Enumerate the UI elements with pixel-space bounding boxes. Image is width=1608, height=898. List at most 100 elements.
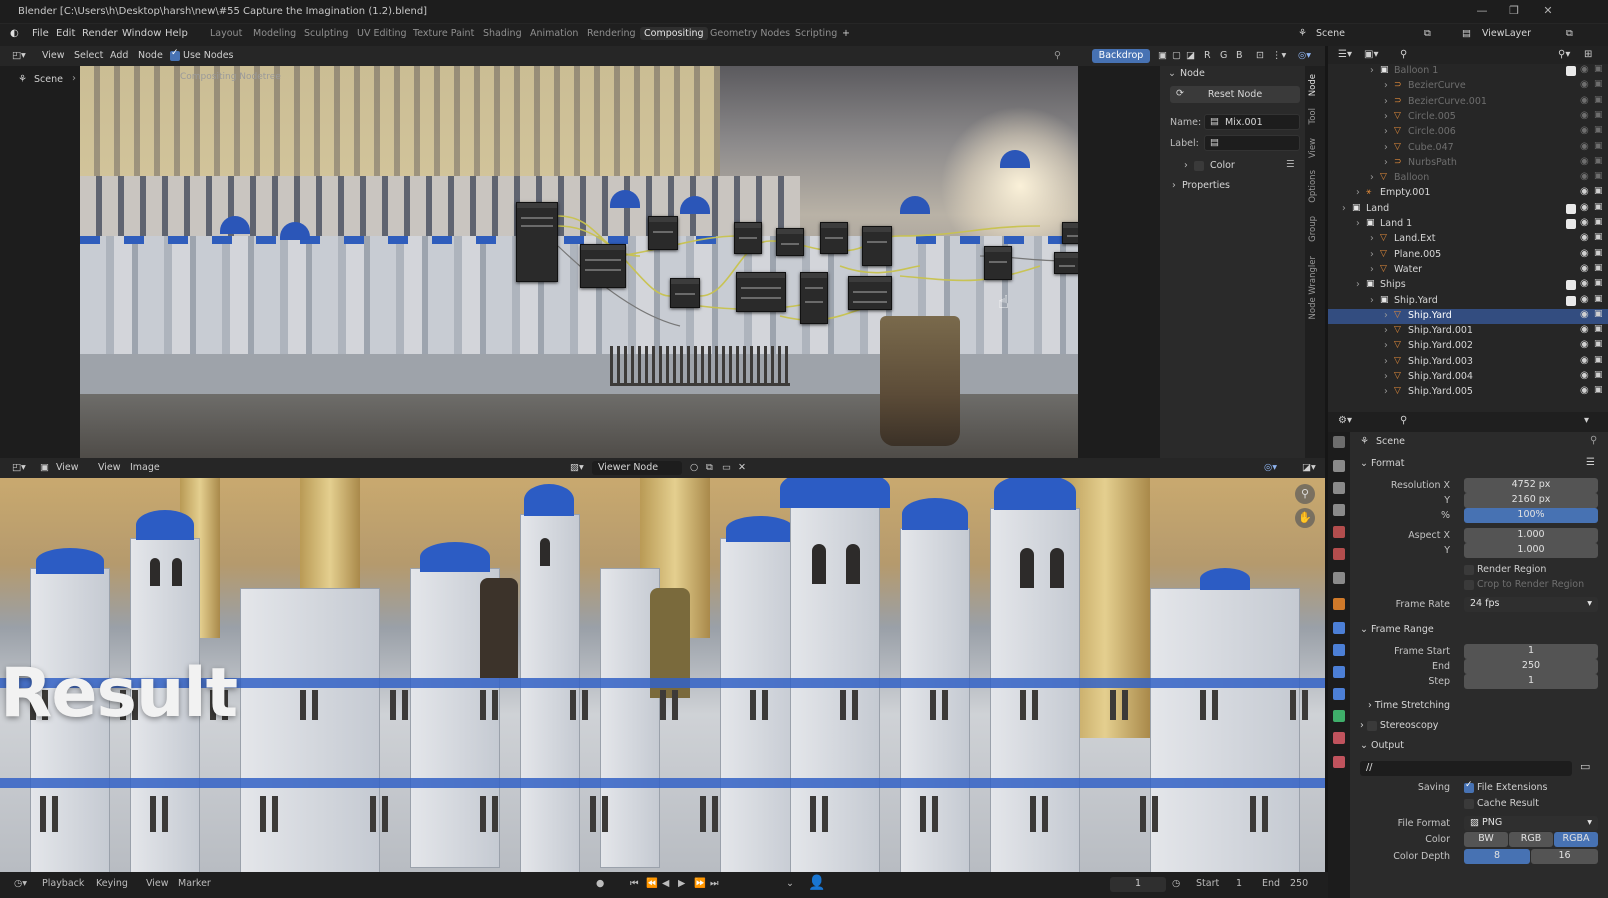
outliner-editor-type-icon[interactable]: ☰▾ — [1338, 49, 1352, 60]
exclude-checkbox[interactable] — [1566, 219, 1576, 229]
properties-search-icon[interactable]: ⚲ — [1400, 415, 1407, 426]
scene-tab-icon[interactable] — [1333, 526, 1345, 538]
outliner-row[interactable]: › ⊃ BezierCurve ◉ ▣ — [1328, 79, 1608, 94]
image-view-mode-icon[interactable]: ▣ — [40, 462, 49, 473]
tab-geometry-nodes[interactable]: Geometry Nodes — [710, 28, 790, 39]
menu-node[interactable]: Node — [138, 50, 163, 61]
display-mode-icon[interactable]: ▣▾ — [1364, 49, 1378, 60]
file-extensions-checkbox[interactable] — [1464, 780, 1474, 793]
visibility-eye-icon[interactable]: ◉ — [1580, 95, 1589, 106]
play-reverse-icon[interactable]: ◀ — [662, 878, 669, 889]
render-camera-icon[interactable]: ▣ — [1594, 64, 1603, 74]
render-camera-icon[interactable]: ▣ — [1594, 95, 1603, 105]
menu-add[interactable]: Add — [110, 50, 128, 61]
format-section-header[interactable]: ⌄ Format — [1360, 458, 1404, 469]
render-region-toggle[interactable]: Render Region — [1464, 564, 1546, 575]
expand-icon[interactable]: › — [1384, 142, 1388, 153]
outliner-row[interactable]: › ▽ Plane.005 ◉ ▣ — [1328, 248, 1608, 263]
pin-icon[interactable]: ⚲ — [1054, 50, 1061, 61]
outliner-row[interactable]: › ▽ Balloon ◉ ▣ — [1328, 171, 1608, 186]
outliner-row[interactable]: › ⚹ Empty.001 ◉ ▣ — [1328, 186, 1608, 201]
menu-select[interactable]: Select — [74, 50, 103, 61]
fake-user-icon[interactable]: ○ — [690, 462, 698, 473]
color-list-icon[interactable]: ☰ — [1286, 159, 1295, 170]
channel-r-button[interactable]: R — [1204, 50, 1211, 61]
grid-icon[interactable]: ⋮▾ — [1272, 50, 1286, 61]
visibility-eye-icon[interactable]: ◉ — [1580, 355, 1589, 366]
constraints-tab-icon[interactable] — [1333, 688, 1345, 700]
node-label-field[interactable]: ▤ — [1204, 135, 1300, 151]
node-box[interactable] — [800, 272, 828, 324]
frame-start-field[interactable]: 1 — [1464, 644, 1598, 659]
crop-region-toggle[interactable]: Crop to Render Region — [1464, 579, 1584, 590]
play-icon[interactable]: ▶ — [678, 878, 685, 889]
color-mode-rgb[interactable]: RGB — [1509, 832, 1553, 847]
channel-b-button[interactable]: B — [1236, 50, 1243, 61]
color-expand-icon[interactable]: › — [1184, 160, 1188, 171]
new-viewlayer-icon[interactable]: ⧉ — [1566, 28, 1573, 39]
render-camera-icon[interactable]: ▣ — [1594, 125, 1603, 135]
properties-subpanel-label[interactable]: Properties — [1182, 180, 1230, 191]
render-camera-icon[interactable]: ▣ — [1594, 355, 1603, 365]
visibility-eye-icon[interactable]: ◉ — [1580, 79, 1589, 90]
maximize-icon[interactable]: ❐ — [1506, 4, 1522, 18]
visibility-eye-icon[interactable]: ◉ — [1580, 141, 1589, 152]
outliner-row[interactable]: › ▣ Ships ◉ ▣ — [1328, 278, 1608, 293]
new-scene-icon[interactable]: ⧉ — [1424, 28, 1431, 39]
color-depth-8[interactable]: 8 — [1464, 849, 1530, 864]
sidebar-tab-tool[interactable]: Tool — [1308, 108, 1318, 125]
editor-type-icon[interactable]: ◰▾ — [12, 50, 26, 61]
render-camera-icon[interactable]: ▣ — [1594, 278, 1603, 288]
color-mode-bw[interactable]: BW — [1464, 832, 1508, 847]
render-camera-icon[interactable]: ▣ — [1594, 156, 1603, 166]
output-section-header[interactable]: ⌄ Output — [1360, 740, 1404, 751]
collapse-icon[interactable]: ⌄ — [1168, 68, 1176, 79]
outliner-row[interactable]: › ▽ Circle.005 ◉ ▣ — [1328, 110, 1608, 125]
render-camera-icon[interactable]: ▣ — [1594, 385, 1603, 395]
outliner-row[interactable]: › ▣ Land ◉ ▣ — [1328, 202, 1608, 217]
node-render-layers[interactable] — [516, 202, 558, 282]
data-tab-icon[interactable] — [1333, 710, 1345, 722]
visibility-eye-icon[interactable]: ◉ — [1580, 278, 1589, 289]
expand-icon[interactable]: › — [1370, 233, 1374, 244]
visibility-eye-icon[interactable]: ◉ — [1580, 171, 1589, 182]
unlink-image-icon[interactable]: ✕ — [738, 462, 746, 473]
menu-keying[interactable]: Keying — [96, 878, 128, 889]
exclude-checkbox[interactable] — [1566, 295, 1576, 306]
node-box[interactable] — [734, 222, 762, 254]
outliner-row[interactable]: › ⊃ BezierCurve.001 ◉ ▣ — [1328, 95, 1608, 110]
expand-icon[interactable]: › — [1384, 96, 1388, 107]
color-depth-16[interactable]: 16 — [1531, 849, 1598, 864]
tab-uv-editing[interactable]: UV Editing — [357, 28, 407, 39]
frame-range-section-header[interactable]: ⌄ Frame Range — [1360, 624, 1434, 635]
expand-icon[interactable]: › — [1384, 310, 1388, 321]
node-box[interactable] — [776, 228, 804, 256]
menu-window[interactable]: Window — [122, 28, 161, 39]
expand-icon[interactable]: › — [1370, 249, 1374, 260]
expand-icon[interactable]: › — [1370, 65, 1374, 76]
pan-hand-icon[interactable]: ✋ — [1295, 508, 1315, 528]
jump-end-icon[interactable]: ⏭ — [710, 878, 719, 889]
current-frame-field[interactable]: 1 — [1110, 877, 1166, 892]
jump-start-icon[interactable]: ⏮ — [630, 878, 639, 889]
visibility-eye-icon[interactable]: ◉ — [1580, 125, 1589, 136]
texture-tab-icon[interactable] — [1333, 756, 1345, 768]
modifier-tab-icon[interactable] — [1333, 622, 1345, 634]
exclude-checkbox[interactable] — [1566, 66, 1576, 76]
visibility-eye-icon[interactable]: ◉ — [1580, 263, 1589, 274]
render-camera-icon[interactable]: ▣ — [1594, 294, 1603, 304]
gizmo-icon[interactable]: ◎▾ — [1264, 462, 1277, 473]
sidebar-tab-view[interactable]: View — [1308, 138, 1318, 158]
outliner-row[interactable]: › ▽ Ship.Yard ◉ ▣ — [1328, 308, 1608, 324]
file-format-dropdown[interactable]: ▨ PNG ▾ — [1464, 816, 1598, 831]
tab-layout[interactable]: Layout — [210, 28, 242, 39]
cache-result-toggle[interactable]: Cache Result — [1464, 798, 1539, 809]
outliner-row[interactable]: › ▽ Ship.Yard.003 ◉ ▣ — [1328, 355, 1608, 370]
image-menu-view[interactable]: View — [98, 462, 121, 473]
tab-texture-paint[interactable]: Texture Paint — [413, 28, 474, 39]
timeline-chevron-icon[interactable]: ⌄ — [786, 878, 794, 889]
outliner-row[interactable]: › ▽ Water ◉ ▣ — [1328, 263, 1608, 278]
pin-context-icon[interactable]: ⚲ — [1590, 435, 1597, 446]
expand-icon[interactable]: › — [1356, 187, 1360, 198]
jump-keyframe-back-icon[interactable]: ⏪ — [646, 878, 658, 889]
